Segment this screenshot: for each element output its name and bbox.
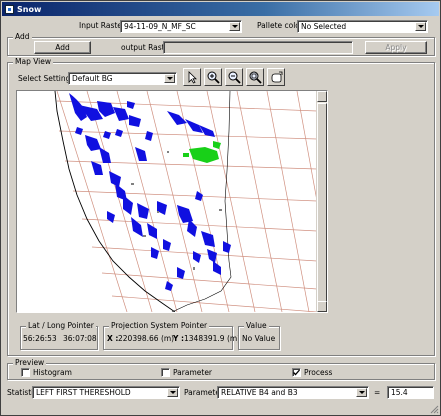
apply-button[interactable]: Apply — [365, 41, 427, 54]
zoom-in-tool-button[interactable] — [204, 68, 222, 86]
y-value: 1348391.9 (m) — [184, 334, 241, 343]
pan-tool-button[interactable] — [267, 68, 285, 86]
histogram-checkbox[interactable] — [21, 368, 30, 377]
green-class-area — [183, 141, 221, 163]
snow-window: Snow Input Raster 94-11-09_N_MF_SC Palle… — [0, 0, 441, 416]
x-label: X : — [107, 334, 119, 343]
pallete-value: No Selected — [301, 22, 347, 31]
y-label: Y : — [173, 334, 185, 343]
parameter-checkbox[interactable] — [161, 368, 170, 377]
window-title: Snow — [17, 4, 42, 14]
zoom-in-icon — [207, 71, 220, 84]
statistic-value: LEFT FIRST THERESHOLD — [36, 388, 131, 397]
select-setting-select[interactable]: Default BG — [68, 72, 177, 85]
pallete-color-select[interactable]: No Selected — [297, 20, 428, 33]
statistic-select[interactable]: LEFT FIRST THERESHOLD — [32, 386, 180, 399]
zoom-out-icon — [228, 71, 241, 84]
checkmark-icon — [293, 369, 300, 376]
threshold-input[interactable]: 15.4 — [387, 386, 434, 399]
scroll-up-button[interactable] — [317, 91, 327, 102]
input-raster-select[interactable]: 94-11-09_N_MF_SC — [120, 20, 242, 33]
longitude-value: 36:07:08 — [63, 334, 97, 343]
pixel-value: No Value — [242, 334, 276, 343]
pan-icon — [271, 71, 283, 83]
parameter-select[interactable]: RELATIVE B4 and B3 — [217, 386, 369, 399]
pointer-icon — [188, 71, 197, 84]
map-view-legend: Map View — [13, 57, 54, 67]
add-button[interactable]: Add — [34, 41, 91, 54]
preview-legend: Preview — [13, 358, 47, 368]
title-bar[interactable]: Snow — [2, 2, 439, 16]
latitude-value: 56:26:53 — [23, 334, 57, 343]
select-setting-label: Select Setting : — [18, 74, 76, 83]
projection-legend: Projection System Pointer — [109, 321, 210, 331]
input-raster-label: Input Raster — [79, 21, 125, 30]
chevron-down-icon[interactable] — [356, 388, 367, 397]
scroll-thumb[interactable] — [317, 103, 327, 309]
value-legend: Value — [244, 321, 269, 331]
process-checkbox[interactable] — [292, 368, 301, 377]
equals-sign: = — [374, 388, 381, 397]
parameter-checkbox-label: Parameter — [173, 368, 213, 377]
zoom-extent-tool-button[interactable] — [246, 68, 264, 86]
app-icon — [5, 4, 14, 14]
output-raster-field[interactable] — [163, 41, 353, 54]
map-canvas[interactable] — [16, 90, 328, 313]
parameter-value: RELATIVE B4 and B3 — [221, 388, 298, 397]
chevron-down-icon[interactable] — [229, 22, 240, 31]
process-label: Process — [304, 368, 333, 377]
map-image[interactable] — [17, 91, 317, 312]
select-setting-value: Default BG — [72, 74, 113, 83]
map-vertical-scrollbar[interactable] — [316, 91, 327, 312]
zoom-extent-icon — [249, 71, 262, 84]
lat-long-legend: Lat / Long Pointer — [26, 321, 96, 331]
chevron-down-icon[interactable] — [164, 74, 175, 83]
scroll-down-button[interactable] — [317, 301, 327, 312]
chevron-down-icon[interactable] — [167, 388, 178, 397]
zoom-out-tool-button[interactable] — [225, 68, 243, 86]
chevron-down-icon[interactable] — [415, 22, 426, 31]
x-value: 220398.66 (m) — [118, 334, 175, 343]
resize-grip-icon[interactable] — [430, 405, 439, 414]
add-group-legend: Add — [13, 32, 32, 42]
histogram-label: Histogram — [33, 368, 72, 377]
input-raster-value: 94-11-09_N_MF_SC — [124, 22, 196, 31]
map-grid — [56, 91, 317, 312]
pointer-tool-button[interactable] — [183, 68, 201, 86]
